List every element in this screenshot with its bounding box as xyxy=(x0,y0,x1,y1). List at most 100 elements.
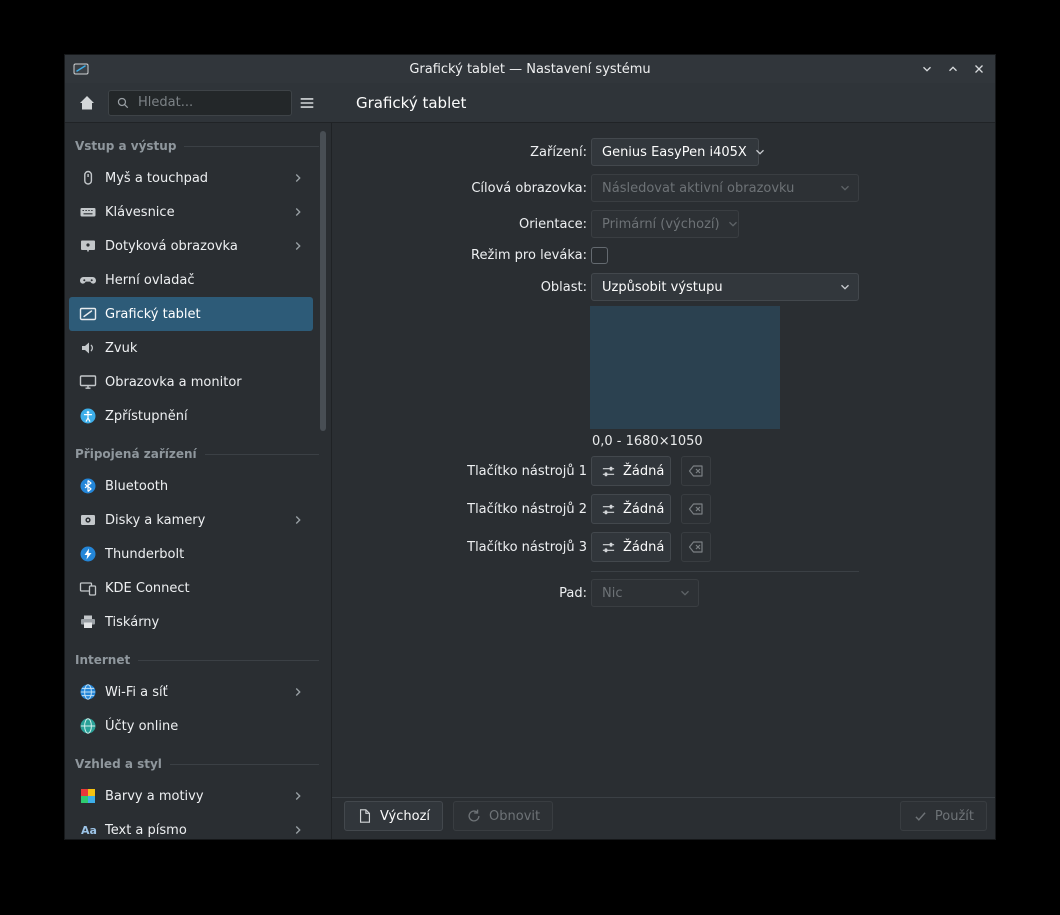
sidebar-item-label: Wi-Fi a síť xyxy=(105,684,168,700)
binding-value: Žádná xyxy=(623,539,665,555)
window-body: Vstup a výstup Myš a touchpad Klávesnice… xyxy=(65,123,995,839)
chevron-right-icon xyxy=(291,789,305,803)
sidebar-item-label: Barvy a motivy xyxy=(105,788,204,804)
close-button[interactable] xyxy=(971,61,987,77)
tablet-area-preview xyxy=(590,306,780,429)
window-controls xyxy=(919,61,987,77)
tool-button-3-binding[interactable]: Žádná xyxy=(591,532,671,562)
sidebar-item-label: Tiskárny xyxy=(105,614,160,630)
kde-connect-icon xyxy=(79,579,97,597)
maximize-button[interactable] xyxy=(945,61,961,77)
section-label: Vstup a výstup xyxy=(75,139,177,153)
tool-button-3-clear xyxy=(681,532,711,562)
sidebar-section-header: Vzhled a styl xyxy=(75,753,319,775)
area-label: Oblast: xyxy=(540,279,587,295)
system-settings-window: Grafický tablet — Nastavení systému Hled… xyxy=(64,54,996,840)
sidebar-item-label: Zvuk xyxy=(105,340,138,356)
window-title: Grafický tablet — Nastavení systému xyxy=(409,61,651,77)
sidebar-item-label: Účty online xyxy=(105,718,179,734)
configure-icon xyxy=(601,464,616,479)
sidebar-item-wifi-network[interactable]: Wi-Fi a síť xyxy=(69,675,313,709)
sidebar-item-label: Obrazovka a monitor xyxy=(105,374,242,390)
selected-value: Nic xyxy=(602,585,623,601)
touchscreen-icon xyxy=(79,237,97,255)
sidebar-item-label: Zpřístupnění xyxy=(105,408,188,424)
sidebar-section-header: Vstup a výstup xyxy=(75,135,319,157)
sidebar-item-bluetooth[interactable]: Bluetooth xyxy=(69,469,313,503)
undo-icon xyxy=(466,808,482,824)
backspace-icon xyxy=(688,539,704,555)
sidebar-item-label: KDE Connect xyxy=(105,580,190,596)
chevron-down-icon xyxy=(678,586,692,600)
sidebar-item-text-fonts[interactable]: Aa Text a písmo xyxy=(69,813,313,839)
device-label: Zařízení: xyxy=(530,144,587,160)
sidebar-item-label: Myš a touchpad xyxy=(105,170,209,186)
pad-select: Nic xyxy=(591,579,699,607)
sidebar-item-game-controller[interactable]: Herní ovladač xyxy=(69,263,313,297)
chevron-right-icon xyxy=(291,239,305,253)
sidebar-scrollbar[interactable] xyxy=(320,131,326,431)
sidebar-item-touchscreen[interactable]: Dotyková obrazovka xyxy=(69,229,313,263)
target-display-select: Následovat aktivní obrazovku xyxy=(591,174,859,202)
titlebar[interactable]: Grafický tablet — Nastavení systému xyxy=(65,55,995,83)
menu-button[interactable] xyxy=(294,90,320,116)
tool-button-2-label: Tlačítko nástrojů 2 xyxy=(467,501,587,517)
sidebar-item-label: Bluetooth xyxy=(105,478,169,494)
minimize-button[interactable] xyxy=(919,61,935,77)
chevron-down-icon xyxy=(838,181,852,195)
device-select[interactable]: Genius EasyPen i405X xyxy=(591,138,764,166)
orientation-label: Orientace: xyxy=(518,216,587,232)
tool-button-1-binding[interactable]: Žádná xyxy=(591,456,671,486)
monitor-icon xyxy=(79,373,97,391)
tool-button-2-binding[interactable]: Žádná xyxy=(591,494,671,524)
sidebar-item-label: Klávesnice xyxy=(105,204,175,220)
chevron-right-icon xyxy=(291,205,305,219)
sidebar-item-mouse-touchpad[interactable]: Myš a touchpad xyxy=(69,161,313,195)
sidebar-item-display-monitor[interactable]: Obrazovka a monitor xyxy=(69,365,313,399)
document-revert-icon xyxy=(357,808,373,824)
sidebar-item-label: Dotyková obrazovka xyxy=(105,238,238,254)
tool-button-1-clear xyxy=(681,456,711,486)
search-input[interactable] xyxy=(136,94,284,111)
chevron-right-icon xyxy=(291,171,305,185)
chevron-right-icon xyxy=(291,513,305,527)
sidebar-item-colors-themes[interactable]: Barvy a motivy xyxy=(69,779,313,813)
disks-cameras-icon xyxy=(79,511,97,529)
pad-label: Pad: xyxy=(559,585,587,601)
selected-value: Uzpůsobit výstupu xyxy=(602,279,723,295)
sidebar-item-kde-connect[interactable]: KDE Connect xyxy=(69,571,313,605)
area-select[interactable]: Uzpůsobit výstupu xyxy=(591,273,859,301)
section-label: Připojená zařízení xyxy=(75,447,197,461)
svg-text:Aa: Aa xyxy=(81,824,97,837)
sidebar-item-disks-cameras[interactable]: Disky a kamery xyxy=(69,503,313,537)
home-button[interactable] xyxy=(74,90,100,116)
sidebar-item-printers[interactable]: Tiskárny xyxy=(69,605,313,639)
defaults-button[interactable]: Výchozí xyxy=(344,801,444,831)
keyboard-icon xyxy=(79,203,97,221)
button-label: Výchozí xyxy=(380,808,431,824)
target-display-label: Cílová obrazovka: xyxy=(471,180,587,196)
chevron-right-icon xyxy=(291,823,305,837)
selected-value: Primární (výchozí) xyxy=(602,216,720,232)
sidebar: Vstup a výstup Myš a touchpad Klávesnice… xyxy=(65,123,332,839)
sidebar-item-label: Thunderbolt xyxy=(105,546,185,562)
left-handed-checkbox[interactable] xyxy=(591,246,608,264)
sidebar-item-keyboard[interactable]: Klávesnice xyxy=(69,195,313,229)
sidebar-item-label: Grafický tablet xyxy=(105,306,201,322)
search-field[interactable] xyxy=(108,89,292,116)
sidebar-item-online-accounts[interactable]: Účty online xyxy=(69,709,313,743)
sidebar-item-sound[interactable]: Zvuk xyxy=(69,331,313,365)
sidebar-item-thunderbolt[interactable]: Thunderbolt xyxy=(69,537,313,571)
configure-icon xyxy=(601,502,616,517)
orientation-select: Primární (výchozí) xyxy=(591,210,739,238)
hamburger-icon xyxy=(300,97,314,108)
sidebar-item-label: Herní ovladač xyxy=(105,272,195,288)
separator xyxy=(332,797,995,798)
selected-value: Následovat aktivní obrazovku xyxy=(602,180,795,196)
accessibility-icon xyxy=(79,407,97,425)
sidebar-item-graphics-tablet[interactable]: Grafický tablet xyxy=(69,297,313,331)
separator xyxy=(591,571,859,572)
sidebar-item-accessibility[interactable]: Zpřístupnění xyxy=(69,399,313,433)
page-title: Grafický tablet xyxy=(356,93,467,112)
chevron-down-icon xyxy=(726,217,740,231)
